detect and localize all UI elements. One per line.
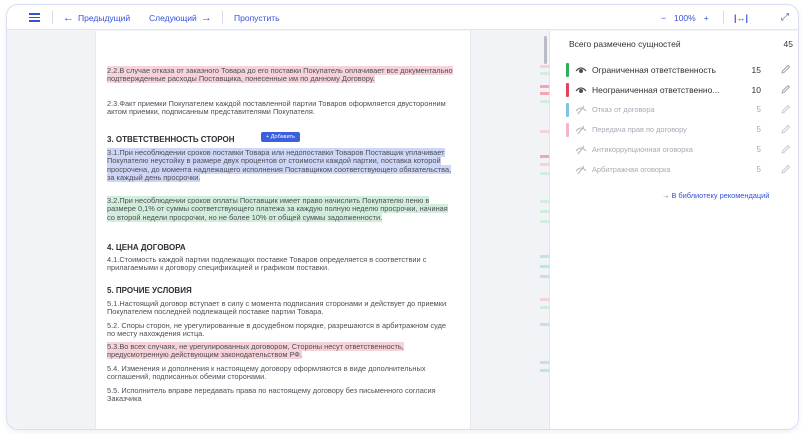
entity-label: Антикоррупционная оговорка [592,145,693,154]
paragraph-5-5[interactable]: 5.5. Исполнитель вправе передавать права… [107,386,436,403]
entity-label: Арбитражная оговорка [592,165,671,174]
section-heading-5: 5. ПРОЧИЕ УСЛОВИЯ [107,286,192,295]
zoom-control: − 100% + [657,5,713,30]
minimap-marker [540,130,549,133]
arrow-left-icon: ← [63,11,74,24]
zoom-in-button[interactable]: + [704,13,709,23]
eye-icon[interactable] [575,84,587,96]
library-link-label: В библиотеку рекомендаций [671,191,770,200]
minimap-marker [540,155,549,158]
pencil-icon[interactable] [780,164,791,175]
library-link[interactable]: → В библиотеку рекомендаций [662,191,769,200]
minimap-marker [540,92,549,95]
scroll-thumb[interactable] [544,36,547,64]
minimap-marker [540,72,549,75]
zoom-out-button[interactable]: − [661,13,666,23]
paragraph-3-1[interactable]: 3.1.При несоблюдении сроков поставки Тов… [107,148,452,183]
add-entity-button[interactable]: + Добавить [261,132,301,142]
app-window: ← Предыдущий Следующий → Пропустить − 10… [6,4,799,430]
skip-label: Пропустить [234,12,280,23]
hamburger-icon[interactable] [29,5,41,30]
entity-label: Ограниченная ответственность [592,65,716,75]
prev-label: Предыдущий [78,12,131,23]
next-button[interactable]: Следующий → [149,5,216,30]
minimap-marker [540,100,549,103]
pencil-icon[interactable] [780,144,791,155]
entity-row[interactable]: Отказ от договора 5 [566,101,796,119]
minimap-marker [540,65,549,68]
entity-color-bar [566,103,569,117]
entity-count: 5 [756,165,761,174]
entities-total: Всего размечено сущностей 45 [569,39,793,53]
paragraph-5-3[interactable]: 5.3.Во всех случаях, не урегулированных … [107,342,404,360]
minimap-marker [540,220,549,223]
total-label: Всего размечено сущностей [569,39,681,49]
minimap-marker [540,323,549,326]
entity-color-bar [566,83,569,97]
entity-count: 10 [751,85,761,95]
paragraph-2-2[interactable]: 2.2.В случае отказа от заказного Товара … [107,66,453,84]
minimap-marker [540,85,549,88]
fit-width-icon[interactable]: |↔| [734,5,748,30]
entity-row[interactable]: Передача прав по договору 5 [566,121,796,139]
paragraph-2-3[interactable]: 2.3.Факт приемки Покупателем каждой пост… [107,99,446,116]
document-viewer: 2.2.В случае отказа от заказного Товара … [7,31,549,429]
expand-icon[interactable]: ⤢ [781,5,789,30]
entity-row[interactable]: Антикоррупционная оговорка 5 [566,141,796,159]
pencil-icon[interactable] [780,64,791,75]
toolbar-divider [222,11,223,24]
entity-row[interactable]: Ограниченная ответственность 15 [566,61,796,79]
eye-off-icon[interactable] [575,104,587,116]
minimap-marker [540,369,549,372]
paragraph-5-1[interactable]: 5.1.Настоящий договор вступает в силу с … [107,299,446,316]
entity-label: Неограниченная ответственно... [592,85,720,95]
entities-panel: Всего размечено сущностей 45 Ограниченна… [549,31,798,429]
total-count: 45 [783,39,793,49]
document-page: 2.2.В случае отказа от заказного Товара … [95,31,471,429]
zoom-value: 100% [673,12,696,23]
minimap-marker [540,210,549,213]
entity-color-bar [566,63,569,77]
entity-count: 5 [756,145,761,154]
entity-count: 5 [756,125,761,134]
minimap-marker [540,172,549,175]
paragraph-4-1[interactable]: 4.1.Стоимость каждой партии подлежащих п… [107,255,426,272]
minimap-marker [540,306,549,309]
paragraph-5-4[interactable]: 5.4. Изменения и дополнения к настоящему… [107,364,426,381]
prev-button[interactable]: ← Предыдущий [59,5,130,30]
entity-label: Отказ от договора [592,105,655,114]
entity-row[interactable]: Арбитражная оговорка 5 [566,161,796,179]
eye-off-icon[interactable] [575,144,587,156]
paragraph-5-2[interactable]: 5.2. Споры сторон, не урегулированные в … [107,321,446,338]
pencil-icon[interactable] [780,104,791,115]
minimap-marker [540,275,549,278]
minimap-marker [540,265,549,268]
entity-row[interactable]: Неограниченная ответственно... 10 [566,81,796,99]
pencil-icon[interactable] [780,124,791,135]
arrow-right-icon: → [662,191,670,200]
eye-off-icon[interactable] [575,164,587,176]
toolbar-divider [52,11,53,24]
section-heading-4: 4. ЦЕНА ДОГОВОРА [107,243,186,252]
minimap-marker [540,298,549,301]
entity-label: Передача прав по договору [592,125,687,134]
next-label: Следующий [149,12,197,23]
skip-button[interactable]: Пропустить [234,5,280,30]
paragraph-3-2[interactable]: 3.2.При несоблюдении сроков оплаты Поста… [107,196,448,222]
minimap-marker [540,361,549,364]
eye-off-icon[interactable] [575,124,587,136]
minimap-marker [540,255,549,258]
pencil-icon[interactable] [780,84,791,95]
entity-count: 15 [751,65,761,75]
minimap-marker [540,200,549,203]
toolbar: ← Предыдущий Следующий → Пропустить − 10… [7,5,798,30]
minimap-marker [540,163,549,166]
toolbar-divider [723,11,724,24]
entity-color-bar [566,123,569,137]
section-heading-3: 3. ОТВЕТСТВЕННОСТЬ СТОРОН [107,135,235,144]
entity-count: 5 [756,105,761,114]
arrow-right-icon: → [200,11,212,24]
eye-icon[interactable] [575,64,587,76]
